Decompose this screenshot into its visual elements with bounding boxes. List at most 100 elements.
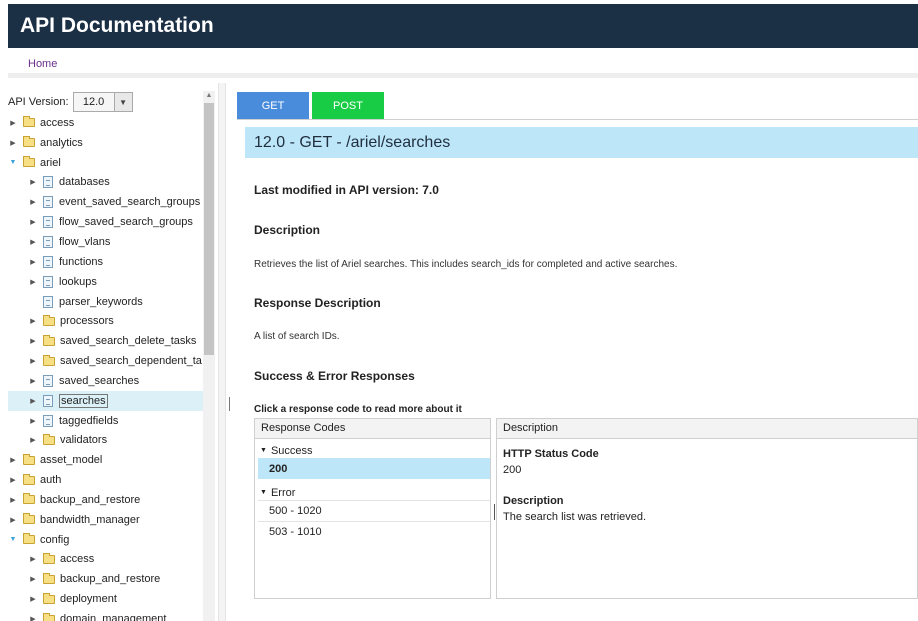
caret-right-icon[interactable]: ▶ [8,119,18,127]
tree-item-access[interactable]: ▶ access [8,113,204,133]
folder-icon [23,473,35,485]
pane-splitter[interactable] [218,83,226,621]
caret-right-icon[interactable]: ▶ [8,516,18,524]
caret-right-icon[interactable]: ▶ [28,417,38,425]
tree-item-saved-search-dependent-ta[interactable]: ▶ saved_search_dependent_ta [8,351,204,371]
tree-item-label: ariel [40,156,61,169]
tree-item-flow-saved-search-groups[interactable]: ▶ flow_saved_search_groups [8,212,204,232]
tree-item-backup-and-restore[interactable]: ▶ backup_and_restore [8,490,204,510]
response-code-503[interactable]: 503 - 1010 [258,521,490,542]
tree-item-functions[interactable]: ▶ functions [8,252,204,272]
folder-icon [23,513,35,525]
tree-item-auth[interactable]: ▶ auth [8,470,204,490]
tree-item-saved-search-delete-tasks[interactable]: ▶ saved_search_delete_tasks [8,331,204,351]
caret-right-icon[interactable]: ▶ [28,218,38,226]
tabs-divider [237,119,918,120]
caret-right-icon[interactable]: ▶ [8,139,18,147]
caret-right-icon[interactable]: ▶ [8,476,18,484]
version-label: API Version: [8,96,69,108]
text-cursor [494,504,495,520]
tree-item-event-saved-search-groups[interactable]: ▶ event_saved_search_groups [8,192,204,212]
scroll-up-icon[interactable]: ▲ [203,91,215,101]
caret-right-icon[interactable]: ▶ [28,337,38,345]
caret-right-icon[interactable]: ▶ [28,278,38,286]
tree-item-databases[interactable]: ▶ databases [8,173,204,193]
tab-get[interactable]: GET [237,92,309,119]
version-select[interactable]: 12.0 ▼ [72,92,133,112]
tree-item-deployment[interactable]: ▶ deployment [8,589,204,609]
response-codes-list: ▼ Success 200 ▼ Error 500 - 1020 503 - 1… [258,443,490,542]
tree-item-config[interactable]: ▼ config [8,530,204,550]
document-icon [43,394,53,407]
tree-item-ariel[interactable]: ▼ ariel [8,153,204,173]
caret-right-icon[interactable]: ▶ [28,238,38,246]
home-link[interactable]: Home [28,58,57,70]
tree-item-label: bandwidth_manager [40,513,140,526]
caret-right-icon[interactable]: ▶ [8,456,18,464]
success-group[interactable]: ▼ Success [258,443,490,458]
folder-icon [43,354,55,366]
tree-item-saved-searches[interactable]: ▶ saved_searches [8,371,204,391]
tree-item-label: flow_saved_search_groups [59,216,193,229]
folder-icon [43,552,55,564]
tree-item-bandwidth-manager[interactable]: ▶ bandwidth_manager [8,510,204,530]
tree-item-label: processors [60,315,114,328]
tree-item-label: saved_search_dependent_ta [60,355,202,368]
tree-item-asset-model[interactable]: ▶ asset_model [8,450,204,470]
caret-right-icon[interactable]: ▶ [28,198,38,206]
tree-item-analytics[interactable]: ▶ analytics [8,133,204,153]
chevron-down-icon[interactable]: ▼ [113,93,132,111]
sidebar-scrollbar[interactable]: ▲ [203,91,215,621]
tree-item-flow-vlans[interactable]: ▶ flow_vlans [8,232,204,252]
folder-icon [43,612,55,621]
scrollbar-thumb[interactable] [204,103,214,355]
version-row: API Version: 12.0 ▼ [8,92,133,112]
folder-icon [43,572,55,584]
caret-right-icon[interactable]: ▶ [28,357,38,365]
tree-item-backup-and-restore[interactable]: ▶ backup_and_restore [8,569,204,589]
caret-right-icon[interactable]: ▶ [28,258,38,266]
caret-down-icon[interactable]: ▼ [8,536,18,543]
response-description-heading: Response Description [254,296,381,310]
caret-down-icon[interactable]: ▼ [8,159,18,166]
caret-right-icon[interactable]: ▶ [28,377,38,385]
splitter-grip[interactable] [229,397,230,411]
folder-icon [23,136,35,148]
caret-right-icon[interactable]: ▶ [28,615,38,621]
status-code-value: 200 [503,464,522,476]
response-detail-header: Description [497,419,917,439]
caret-right-icon[interactable]: ▶ [28,575,38,583]
document-icon [43,176,53,189]
caret-down-icon: ▼ [260,447,267,454]
app-header: API Documentation [8,4,918,48]
description-text: Retrieves the list of Ariel searches. Th… [254,259,678,270]
caret-right-icon[interactable]: ▶ [28,317,38,325]
tree-item-searches[interactable]: ▶ searches [8,390,204,411]
caret-right-icon[interactable]: ▶ [28,397,38,405]
tree-item-parser-keywords[interactable]: parser_keywords [8,292,204,312]
tab-post[interactable]: POST [312,92,384,119]
error-group[interactable]: ▼ Error [258,485,490,500]
folder-icon [23,493,35,505]
description-heading: Description [254,223,321,237]
document-icon [43,414,53,427]
status-code-heading: HTTP Status Code [503,448,599,460]
responses-hint: Click a response code to read more about… [254,404,462,415]
tree-item-label: access [60,553,95,566]
tree-item-access[interactable]: ▶ access [8,550,204,570]
tree-item-label: functions [59,255,104,268]
caret-right-icon[interactable]: ▶ [28,555,38,563]
response-code-200[interactable]: 200 [258,458,490,479]
tree-item-domain-management[interactable]: ▶ domain_management [8,609,204,621]
tree-item-validators[interactable]: ▶ validators [8,431,204,451]
caret-right-icon[interactable]: ▶ [28,595,38,603]
tree-item-label: access [40,116,75,129]
response-code-500[interactable]: 500 - 1020 [258,500,490,521]
tree-item-processors[interactable]: ▶ processors [8,311,204,331]
caret-right-icon[interactable]: ▶ [28,436,38,444]
caret-right-icon[interactable]: ▶ [8,496,18,504]
caret-right-icon[interactable]: ▶ [28,178,38,186]
tree-item-lookups[interactable]: ▶ lookups [8,272,204,292]
tree-item-taggedfields[interactable]: ▶ taggedfields [8,411,204,431]
tree-item-label: flow_vlans [59,235,111,248]
